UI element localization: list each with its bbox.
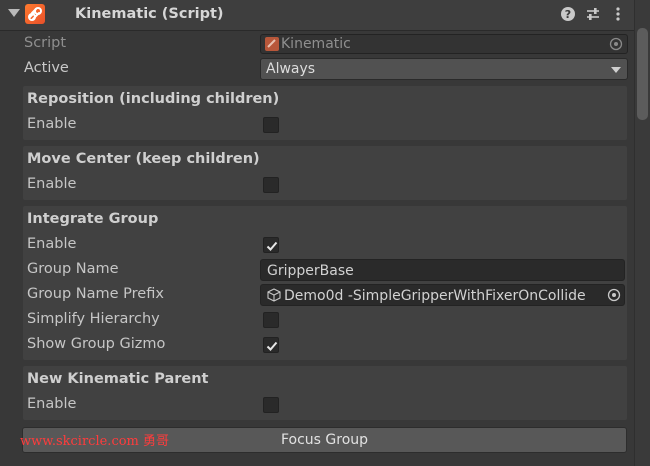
help-icon[interactable]: ? [560, 6, 578, 24]
active-label: Active [24, 60, 69, 76]
foldout-arrow-icon[interactable] [8, 9, 20, 17]
group-name-value: GripperBase [267, 263, 354, 279]
simplify-hierarchy-checkbox[interactable] [263, 312, 279, 328]
reposition-title: Reposition (including children) [27, 91, 280, 107]
group-name-label: Group Name [27, 261, 119, 277]
script-icon [25, 4, 45, 24]
component-title: Kinematic (Script) [75, 6, 224, 22]
integrate-group-title: Integrate Group [27, 211, 159, 227]
group-name-prefix-label: Group Name Prefix [27, 286, 164, 302]
move-center-enable-label: Enable [27, 176, 77, 192]
integrate-group-section: Integrate Group Enable Group Name Grippe… [23, 206, 627, 360]
new-kinematic-parent-section: New Kinematic Parent Enable [23, 366, 627, 420]
new-parent-enable-label: Enable [27, 396, 77, 412]
checkmark-icon [266, 241, 278, 251]
integrate-enable-label: Enable [27, 236, 77, 252]
active-dropdown-value: Always [266, 61, 316, 77]
group-name-prefix-field[interactable]: Demo0d -SimpleGripperWithFixerOnCollide [260, 284, 625, 306]
script-file-icon [264, 36, 280, 53]
chevron-down-icon [611, 67, 621, 73]
object-picker-icon[interactable] [609, 37, 623, 53]
reposition-section: Reposition (including children) Enable [23, 86, 627, 140]
presets-icon[interactable] [585, 6, 603, 24]
checkmark-icon [266, 341, 278, 351]
reposition-enable-label: Enable [27, 116, 77, 132]
script-field[interactable]: Kinematic [260, 34, 628, 54]
active-dropdown[interactable]: Always [260, 58, 628, 80]
svg-text:?: ? [565, 8, 571, 21]
new-parent-enable-checkbox[interactable] [263, 397, 279, 413]
object-picker-icon[interactable] [607, 288, 621, 305]
new-kinematic-parent-title: New Kinematic Parent [27, 371, 209, 387]
scrollbar-thumb[interactable] [637, 28, 648, 120]
show-group-gizmo-checkbox[interactable] [263, 337, 279, 353]
show-group-gizmo-label: Show Group Gizmo [27, 336, 166, 352]
script-label: Script [24, 35, 67, 51]
move-center-section: Move Center (keep children) Enable [23, 146, 627, 200]
gameobject-icon [267, 288, 281, 305]
move-center-title: Move Center (keep children) [27, 151, 260, 167]
move-center-enable-checkbox[interactable] [263, 177, 279, 193]
integrate-enable-checkbox[interactable] [263, 237, 279, 253]
context-menu-icon[interactable] [610, 6, 628, 24]
group-name-input[interactable]: GripperBase [260, 259, 625, 281]
reposition-enable-checkbox[interactable] [263, 117, 279, 133]
simplify-hierarchy-label: Simplify Hierarchy [27, 311, 160, 327]
watermark-text: www.skcircle.com 勇哥 [20, 434, 170, 449]
script-field-value: Kinematic [281, 36, 351, 52]
group-name-prefix-value: Demo0d -SimpleGripperWithFixerOnCollide [284, 288, 586, 304]
